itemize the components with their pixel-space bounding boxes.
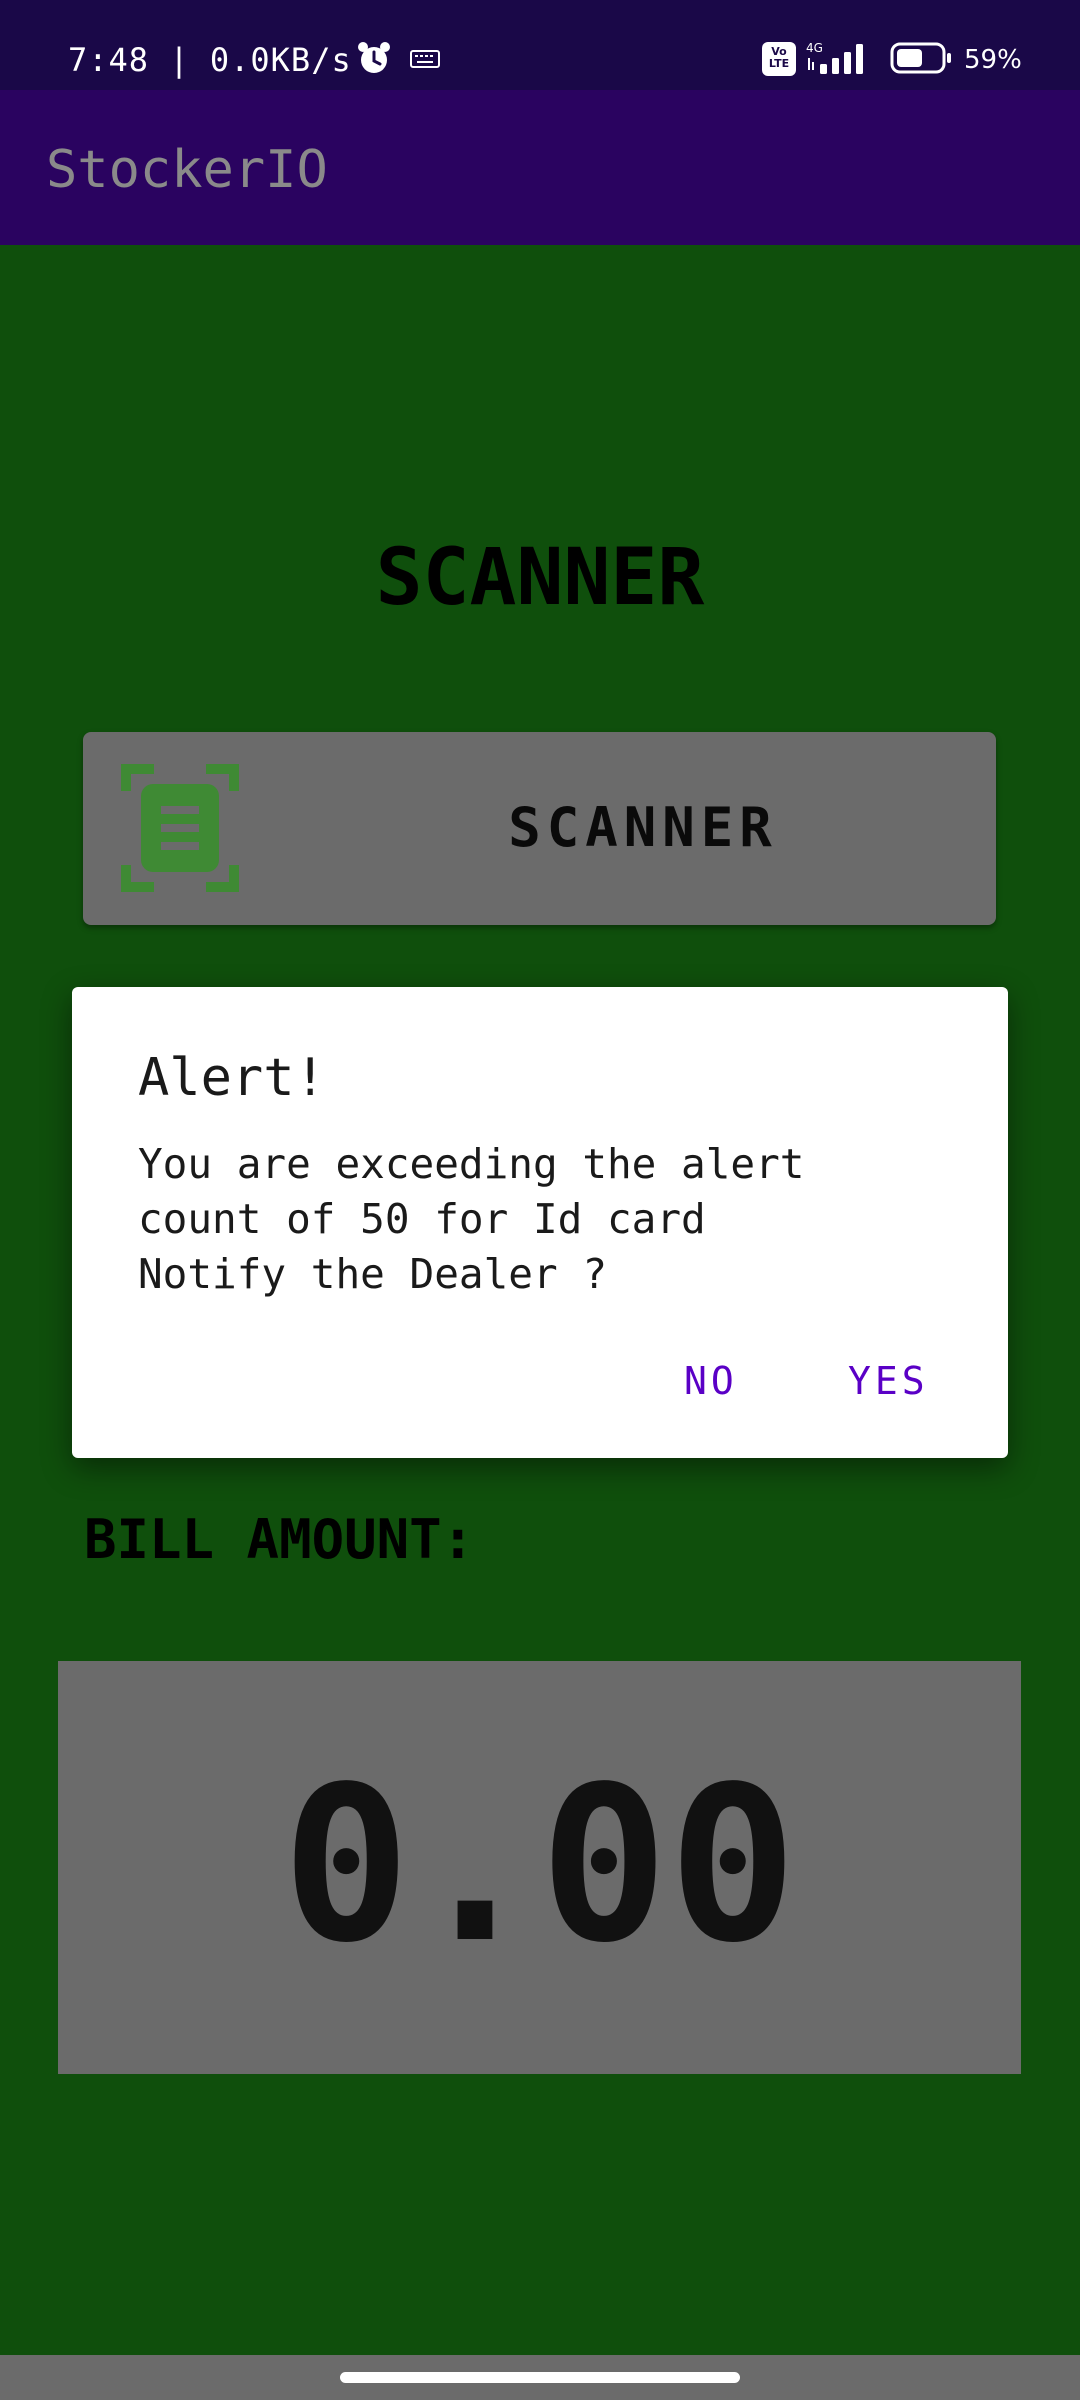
alarm-clock-icon — [358, 42, 390, 73]
bill-amount-value: 0.00 — [281, 1741, 798, 1990]
scanner-button-label: SCANNER — [508, 796, 778, 859]
dialog-no-button[interactable]: NO — [684, 1351, 738, 1411]
battery-percent: 59% — [964, 45, 1022, 75]
dialog-message: You are exceeding the alert count of 50 … — [138, 1140, 805, 1298]
dialog-title: Alert! — [138, 1048, 326, 1108]
status-time: 7:48 | 0.0KB/s — [68, 41, 352, 79]
keyboard-icon — [410, 50, 440, 68]
app-title: StockerIO — [46, 140, 328, 200]
volte-icon: Vo LTE — [762, 42, 796, 76]
network-type-label: 4G — [806, 41, 823, 55]
app-bar: StockerIO — [0, 90, 1080, 245]
alert-dialog: Alert! You are exceeding the alert count… — [72, 987, 1008, 1458]
battery-icon — [890, 42, 951, 74]
page-heading: SCANNER — [375, 533, 705, 623]
home-indicator[interactable] — [340, 2372, 740, 2383]
battery-fill — [897, 49, 922, 67]
status-bar: 7:48 | 0.0KB/s Vo LTE 4G 59% — [0, 0, 1080, 90]
bill-amount-label: BILL AMOUNT: — [84, 1508, 475, 1571]
scanner-button[interactable]: SCANNER — [83, 732, 996, 925]
document-scanner-icon — [121, 764, 239, 892]
signal-icon: 4G — [806, 41, 863, 74]
dialog-yes-button[interactable]: YES — [848, 1351, 929, 1411]
navigation-bar — [0, 2355, 1080, 2400]
bill-amount-display: 0.00 — [58, 1661, 1021, 2074]
